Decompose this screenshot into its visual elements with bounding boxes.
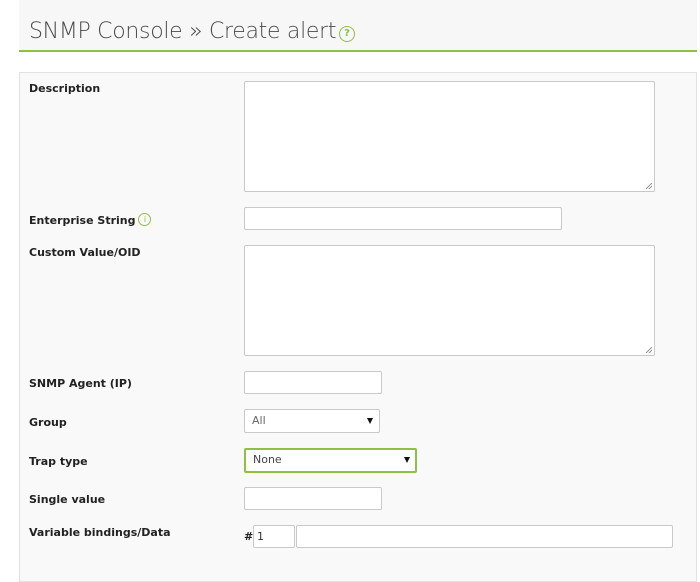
trap-type-selected-value: None [253, 453, 282, 466]
trap-type-select[interactable]: None [244, 448, 417, 473]
dropdown-arrow-icon [404, 457, 410, 463]
page-header: SNMP Console » Create alert ? [19, 0, 697, 52]
page-title: SNMP Console » Create alert [29, 19, 337, 44]
binding-hash-symbol: # [244, 530, 254, 543]
help-circle-icon[interactable]: ? [339, 26, 355, 42]
binding-index-input[interactable]: 1 [253, 525, 295, 548]
variable-bindings-label: Variable bindings/Data [29, 526, 171, 539]
description-textarea[interactable] [244, 81, 655, 192]
enterprise-string-label: Enterprise String i [29, 213, 152, 227]
snmp-agent-label: SNMP Agent (IP) [29, 377, 132, 390]
description-label: Description [29, 82, 101, 95]
group-selected-value: All [252, 414, 266, 427]
single-value-label: Single value [29, 493, 106, 506]
single-value-input[interactable] [244, 487, 382, 510]
resize-grip-icon[interactable] [646, 183, 652, 189]
group-label: Group [29, 416, 67, 429]
snmp-agent-input[interactable] [244, 371, 382, 394]
enterprise-string-input[interactable] [244, 207, 562, 230]
custom-value-oid-label: Custom Value/OID [29, 246, 141, 259]
enterprise-string-label-text: Enterprise String [29, 214, 136, 227]
custom-value-oid-textarea[interactable] [244, 245, 655, 356]
group-select[interactable]: All [244, 409, 380, 433]
trap-type-label: Trap type [29, 455, 88, 468]
dropdown-arrow-icon [367, 418, 373, 424]
info-icon[interactable]: i [138, 213, 152, 226]
binding-data-input[interactable] [296, 525, 673, 548]
resize-grip-icon[interactable] [646, 347, 652, 353]
